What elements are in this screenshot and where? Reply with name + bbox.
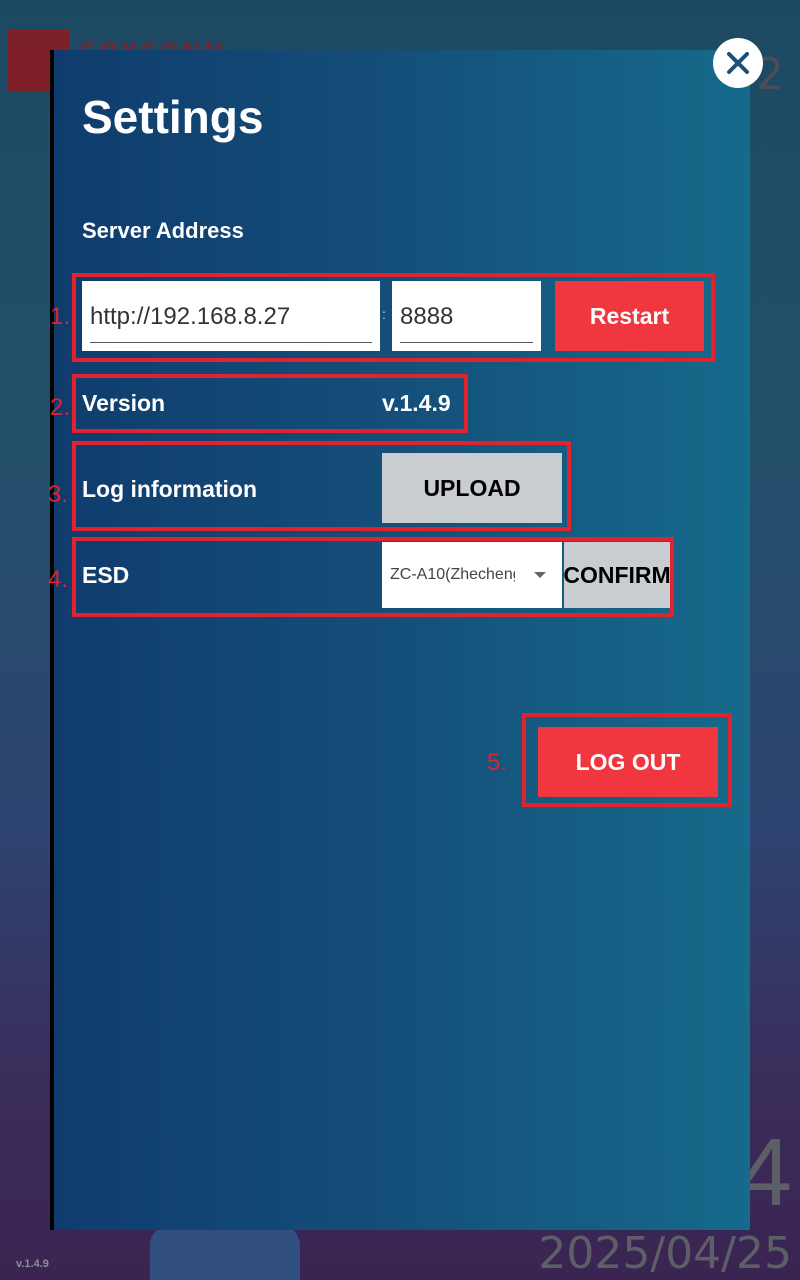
dropdown-arrow-icon bbox=[534, 572, 546, 578]
restart-button[interactable]: Restart bbox=[555, 281, 704, 351]
server-port-value: 8888 bbox=[400, 303, 454, 330]
address-separator: : bbox=[382, 306, 386, 322]
page-title: Settings bbox=[82, 91, 264, 143]
esd-label: ESD bbox=[82, 562, 130, 588]
esd-selected-value: ZC-A10(Zhecheng) bbox=[390, 566, 515, 583]
upload-button[interactable]: UPLOAD bbox=[382, 453, 562, 523]
confirm-button[interactable]: CONFIRM bbox=[563, 542, 671, 608]
version-label: Version bbox=[82, 390, 166, 416]
server-url-value: http://192.168.8.27 bbox=[90, 303, 291, 330]
background-version: v.1.4.9 bbox=[16, 1258, 49, 1270]
input-underline bbox=[400, 342, 533, 343]
background-date: 2025/04/25 bbox=[538, 1228, 792, 1279]
input-underline bbox=[90, 342, 372, 343]
annotation-number-4: 4. bbox=[48, 566, 69, 593]
annotation-number-2: 2. bbox=[50, 394, 71, 421]
annotation-number-5: 5. bbox=[487, 749, 508, 776]
server-url-input[interactable]: http://192.168.8.27 bbox=[82, 281, 380, 351]
logout-button[interactable]: LOG OUT bbox=[538, 727, 718, 797]
esd-select[interactable]: ZC-A10(Zhecheng) bbox=[382, 542, 562, 608]
close-button[interactable] bbox=[713, 38, 763, 88]
close-icon bbox=[727, 52, 749, 74]
annotation-number-3: 3. bbox=[48, 481, 69, 508]
server-port-input[interactable]: 8888 bbox=[392, 281, 541, 351]
log-information-label: Log information bbox=[82, 476, 258, 502]
version-value: v.1.4.9 bbox=[382, 390, 451, 416]
annotation-number-1: 1. bbox=[50, 303, 71, 330]
background-mascot-image bbox=[150, 1225, 300, 1280]
server-address-label: Server Address bbox=[82, 218, 244, 243]
